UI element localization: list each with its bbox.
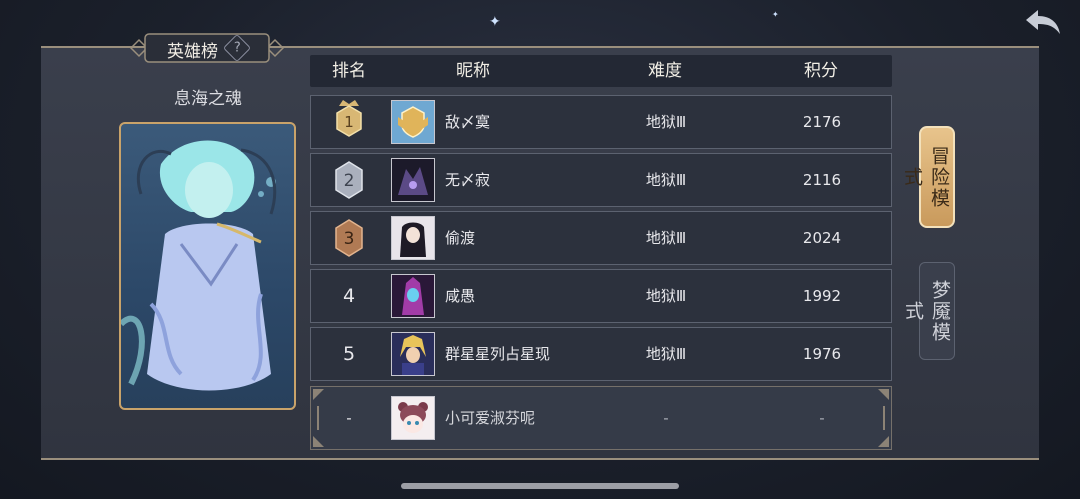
player-score: 1992 [802,287,842,305]
self-score: - [819,409,825,427]
rank-bronze-medal-icon: 3 [335,219,363,257]
player-nickname: 群星星列占星现 [445,345,551,363]
gold-emblem-avatar-icon [398,106,428,138]
player-nickname: 偷渡 [445,229,476,247]
player-difficulty: 地狱Ⅲ [645,287,687,305]
table-row[interactable]: 5 群星星列占星现 地狱Ⅲ 1976 [310,327,892,381]
player-avatar [391,216,435,260]
player-score: 2176 [802,113,842,131]
back-button[interactable] [1024,6,1064,38]
column-header-nickname: 昵称 [456,61,490,81]
table-row[interactable]: 3 偷渡 地狱Ⅲ 2024 [310,211,892,265]
column-header-score: 积分 [804,61,838,81]
tab-adventure-mode[interactable]: 冒险模式 [901,126,955,228]
rank-silver-medal-icon: 2 [335,161,363,199]
player-score: 1976 [802,345,842,363]
purple-mage-avatar-icon [402,277,424,315]
home-indicator[interactable] [401,483,679,489]
self-avatar [391,396,435,440]
table-row[interactable]: 1 敌〆寞 地狱Ⅲ 2176 [310,95,892,149]
player-difficulty: 地狱Ⅲ [645,345,687,363]
player-difficulty: 地狱Ⅲ [645,113,687,131]
svg-text:2: 2 [344,171,355,191]
player-rank: 5 [342,343,356,365]
player-avatar [391,158,435,202]
player-difficulty: 地狱Ⅲ [645,171,687,189]
rank-gold-medal-icon: 1 [336,100,362,137]
player-avatar [391,332,435,376]
hero-portrait [119,122,296,410]
bear-hat-avatar-icon [398,402,428,433]
self-ranking-row[interactable]: - 小可爱淑芬呢 - - [310,386,892,450]
column-header-rank: 排名 [332,61,366,81]
hero-illustration [121,140,277,391]
player-avatar [391,274,435,318]
player-nickname: 敌〆寞 [445,113,491,131]
self-difficulty: - [663,409,669,427]
player-score: 2024 [802,229,842,247]
player-rank: 4 [342,285,356,307]
star-decoration: ✦ [489,14,501,30]
blonde-warrior-avatar-icon [400,335,426,375]
player-nickname: 无〆寂 [445,171,491,189]
tab-nightmare-mode[interactable]: 梦魇模式 [902,262,955,360]
svg-text:1: 1 [344,113,354,131]
player-nickname: 咸愚 [445,287,476,305]
page-title: 英雄榜 [167,42,218,62]
table-row[interactable]: 4 咸愚 地狱Ⅲ 1992 [310,269,892,323]
svg-text:3: 3 [344,229,355,249]
table-header: 排名 昵称 难度 积分 [310,55,892,87]
dark-haired-character-avatar-icon [400,222,426,257]
player-difficulty: 地狱Ⅲ [645,229,687,247]
self-nickname: 小可爱淑芬呢 [445,409,536,427]
player-score: 2116 [802,171,842,189]
star-decoration: ✦ [772,10,779,19]
hero-name: 息海之魂 [174,89,242,109]
leaderboard-title-tag: 英雄榜 ? [121,33,293,63]
player-avatar [391,100,435,144]
column-header-difficulty: 难度 [648,61,682,81]
table-row[interactable]: 2 无〆寂 地狱Ⅲ 2116 [310,153,892,207]
back-arrow-icon [1026,10,1060,34]
self-rank: - [346,409,352,427]
dark-creature-avatar-icon [398,167,428,195]
